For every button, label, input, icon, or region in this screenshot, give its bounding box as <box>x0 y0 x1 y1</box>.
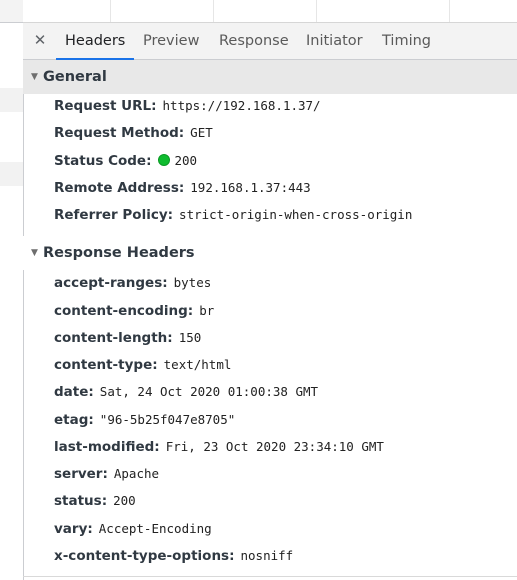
details-tabbar: ✕ Headers Preview Response Initiator Tim… <box>23 23 517 60</box>
header-value: Fri, 23 Oct 2020 23:34:10 GMT <box>165 439 384 454</box>
response-header-row: vary: Accept-Encoding <box>54 519 212 539</box>
tab-response[interactable]: Response <box>219 23 289 59</box>
general-section-header[interactable]: ▼ General <box>23 60 517 94</box>
tab-initiator[interactable]: Initiator <box>306 23 363 59</box>
general-row: Request Method: GET <box>54 123 213 143</box>
response-header-row: accept-ranges: bytes <box>54 273 211 293</box>
header-value: https://192.168.1.37/ <box>162 98 321 113</box>
general-row: Request URL: https://192.168.1.37/ <box>54 96 321 116</box>
tab-timing[interactable]: Timing <box>382 23 431 59</box>
tab-headers[interactable]: Headers <box>55 23 135 60</box>
response-headers-section-header[interactable]: ▼ Response Headers <box>23 236 517 270</box>
header-key: content-type: <box>54 357 158 373</box>
section-divider <box>23 576 517 577</box>
request-list-header <box>0 0 23 23</box>
header-key: vary: <box>54 521 93 537</box>
header-key: etag: <box>54 412 94 428</box>
header-key: last-modified: <box>54 439 160 455</box>
general-row: Status Code: 200 <box>54 151 197 171</box>
response-header-row: date: Sat, 24 Oct 2020 01:00:38 GMT <box>54 382 318 402</box>
header-value: text/html <box>163 357 232 372</box>
header-value: Accept-Encoding <box>98 521 212 536</box>
response-header-row: server: Apache <box>54 464 159 484</box>
header-key: accept-ranges: <box>54 275 168 291</box>
header-key: content-length: <box>54 330 173 346</box>
header-value: GET <box>190 125 213 140</box>
header-value: strict-origin-when-cross-origin <box>179 207 413 222</box>
expand-triangle-icon: ▼ <box>31 72 38 82</box>
general-row: Remote Address: 192.168.1.37:443 <box>54 178 311 198</box>
header-key: Request Method: <box>54 125 185 141</box>
tab-preview[interactable]: Preview <box>143 23 199 59</box>
header-key: Referrer Policy: <box>54 207 174 223</box>
request-list-row[interactable] <box>0 112 23 136</box>
header-key: server: <box>54 466 108 482</box>
request-list-edge <box>0 0 24 580</box>
header-key: Request URL: <box>54 98 157 114</box>
request-list-row[interactable] <box>0 162 23 186</box>
response-header-row: content-length: 150 <box>54 328 201 348</box>
header-value: bytes <box>173 275 212 290</box>
general-row: Referrer Policy: strict-origin-when-cross… <box>54 205 412 225</box>
waterfall-header <box>23 0 517 23</box>
header-key: Status Code: <box>54 153 152 169</box>
section-title: General <box>43 69 107 85</box>
header-key: x-content-type-options: <box>54 548 235 564</box>
header-value: nosniff <box>240 548 294 563</box>
request-list-row[interactable] <box>0 88 23 112</box>
close-icon[interactable]: ✕ <box>32 32 48 48</box>
header-value: 200 <box>174 153 198 168</box>
expand-triangle-icon: ▼ <box>31 248 38 258</box>
response-header-row: status: 200 <box>54 491 136 511</box>
header-value: 200 <box>113 493 136 508</box>
section-title: Response Headers <box>43 245 195 261</box>
header-value: br <box>199 303 215 318</box>
response-header-row: etag: "96-5b25f047e8705" <box>54 410 235 430</box>
header-value: Apache <box>113 466 160 481</box>
response-header-row: last-modified: Fri, 23 Oct 2020 23:34:10 … <box>54 437 384 457</box>
header-key: status: <box>54 493 108 509</box>
header-key: content-encoding: <box>54 303 194 319</box>
status-ok-icon <box>157 154 170 166</box>
response-header-row: content-encoding: br <box>54 301 214 321</box>
header-key: date: <box>54 384 94 400</box>
header-value: "96-5b25f047e8705" <box>99 412 236 427</box>
response-header-row: content-type: text/html <box>54 355 231 375</box>
header-value: 192.168.1.37:443 <box>190 180 311 195</box>
header-value: Sat, 24 Oct 2020 01:00:38 GMT <box>99 384 319 399</box>
response-header-row: x-content-type-options: nosniff <box>54 546 293 566</box>
header-value: 150 <box>178 330 202 345</box>
header-key: Remote Address: <box>54 180 185 196</box>
